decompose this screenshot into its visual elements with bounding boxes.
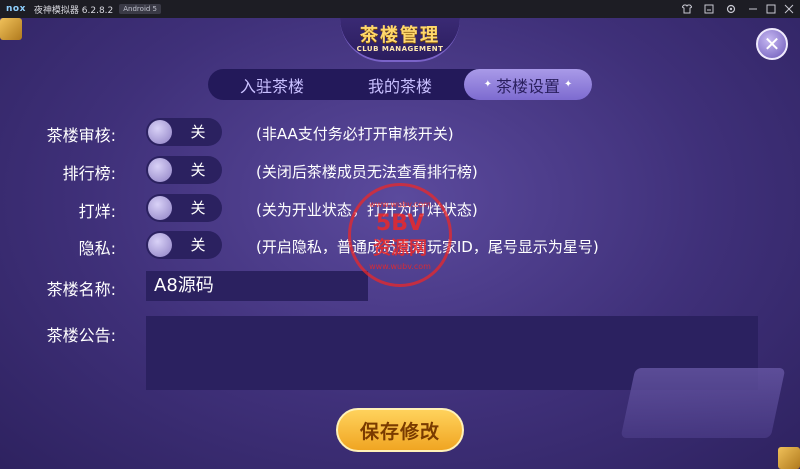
settings-icon[interactable] xyxy=(722,0,740,18)
toggle-knob xyxy=(148,158,172,182)
tab-my-club[interactable]: 我的茶楼 xyxy=(336,69,464,100)
setting-label-review: 茶楼审核: xyxy=(46,126,116,145)
corner-ornament-icon xyxy=(0,18,22,40)
maximize-icon[interactable] xyxy=(762,0,780,18)
toggle-state: 关 xyxy=(190,161,206,179)
club-name-label: 茶楼名称: xyxy=(46,280,116,299)
table-decoration xyxy=(620,368,786,438)
page-subtitle: CLUB MANAGEMENT xyxy=(356,45,444,53)
shirt-icon[interactable] xyxy=(678,0,696,18)
sparkle-icon: ✦ xyxy=(564,79,573,90)
header-emblem: 茶楼管理 CLUB MANAGEMENT xyxy=(340,18,460,62)
minimize-icon[interactable] xyxy=(744,0,762,18)
close-button[interactable]: ✕ xyxy=(756,28,788,60)
minimize-tray-icon[interactable] xyxy=(700,0,718,18)
tab-join-club[interactable]: 入驻茶楼 xyxy=(208,69,336,100)
toggle-state: 关 xyxy=(190,199,206,217)
app-logo: nox xyxy=(6,4,26,14)
closed-toggle[interactable]: 关 xyxy=(146,194,222,222)
toggle-knob xyxy=(148,120,172,144)
ranking-toggle[interactable]: 关 xyxy=(146,156,222,184)
toggle-state: 关 xyxy=(190,123,206,141)
page-title: 茶楼管理 xyxy=(360,25,440,46)
close-icon[interactable] xyxy=(780,0,798,18)
close-x-icon: ✕ xyxy=(763,32,781,56)
toggle-state: 关 xyxy=(190,236,206,254)
sparkle-icon: ✦ xyxy=(483,79,492,90)
game-stage: 茶楼管理 CLUB MANAGEMENT ✕ 入驻茶楼 我的茶楼 ✦ 茶楼设置 … xyxy=(0,18,800,469)
toggle-knob xyxy=(148,196,172,220)
setting-label-ranking: 排行榜: xyxy=(62,164,116,183)
setting-label-closed: 打烊: xyxy=(78,202,116,221)
tab-club-settings[interactable]: ✦ 茶楼设置 ✦ xyxy=(464,69,592,100)
tab-bar: 入驻茶楼 我的茶楼 ✦ 茶楼设置 ✦ xyxy=(208,69,592,100)
club-name-input[interactable]: A8源码 xyxy=(146,271,368,301)
setting-label-privacy: 隐私: xyxy=(78,239,116,258)
toggle-knob xyxy=(148,233,172,257)
review-toggle[interactable]: 关 xyxy=(146,118,222,146)
emulator-titlebar: nox 夜神模拟器 6.2.8.2 Android 5 xyxy=(0,0,800,18)
watermark-stamp: www.wubv.com 5BV 资源网 www.wubv.com xyxy=(348,183,452,287)
club-notice-label: 茶楼公告: xyxy=(46,326,116,345)
corner-ornament-icon xyxy=(778,447,800,469)
setting-hint-review: (非AA支付务必打开审核开关) xyxy=(256,125,454,143)
save-button[interactable]: 保存修改 xyxy=(336,408,464,452)
privacy-toggle[interactable]: 关 xyxy=(146,231,222,259)
android-version-badge: Android 5 xyxy=(119,4,162,14)
window-title: 夜神模拟器 6.2.8.2 xyxy=(33,5,114,16)
setting-hint-ranking: (关闭后茶楼成员无法查看排行榜) xyxy=(256,163,478,181)
